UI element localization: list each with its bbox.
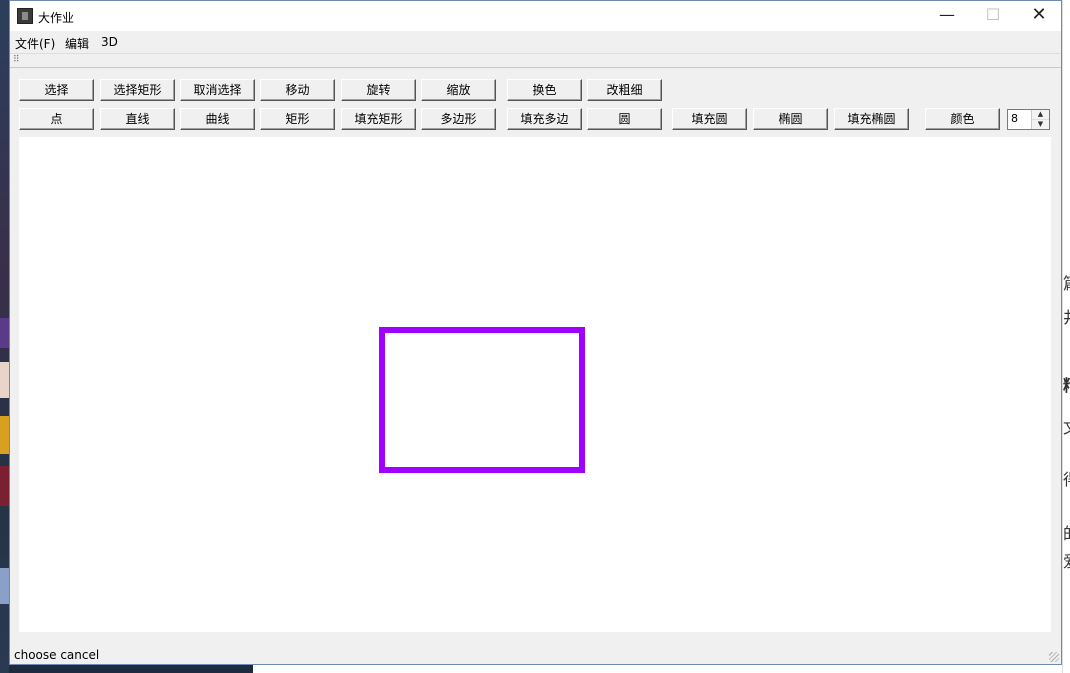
scale-button[interactable]: 缩放 [421, 79, 496, 101]
fill-rectangle-button[interactable]: 填充矩形 [341, 108, 416, 130]
thickness-spinbox[interactable]: 8 ▲ ▼ [1007, 109, 1050, 130]
status-text: choose cancel [14, 648, 100, 662]
curve-button[interactable]: 曲线 [180, 108, 255, 130]
app-window: 大作业 — ☐ ✕ 文件(F) 编辑 3D ⠿ 选择 选择矩形 取消选择 移动 … [9, 0, 1062, 665]
select-button[interactable]: 选择 [19, 79, 94, 101]
menu-3d[interactable]: 3D [101, 35, 118, 49]
polygon-button[interactable]: 多边形 [421, 108, 496, 130]
select-rect-button[interactable]: 选择矩形 [100, 79, 175, 101]
fill-polygon-button[interactable]: 填充多边 [507, 108, 582, 130]
window-title: 大作业 [38, 11, 75, 25]
point-button[interactable]: 点 [19, 108, 94, 130]
cancel-select-button[interactable]: 取消选择 [180, 79, 255, 101]
thickness-value[interactable]: 8 [1011, 112, 1018, 125]
drawing-canvas[interactable] [19, 137, 1051, 632]
status-bar: choose cancel [10, 645, 1061, 664]
close-icon[interactable]: ✕ [1016, 1, 1062, 31]
line-button[interactable]: 直线 [100, 108, 175, 130]
move-button[interactable]: 移动 [260, 79, 335, 101]
background-taskbar-strip [9, 664, 1062, 673]
background-window-right: 篇 井 精 文 得 的 爱 [1062, 0, 1070, 673]
drawn-rectangle[interactable] [379, 327, 585, 473]
circle-button[interactable]: 圆 [587, 108, 662, 130]
toolbar-grip-row: ⠿ [10, 54, 1061, 68]
toolbar-grip-icon[interactable]: ⠿ [13, 55, 20, 65]
ellipse-button[interactable]: 椭圆 [753, 108, 828, 130]
rotate-button[interactable]: 旋转 [341, 79, 416, 101]
minimize-icon[interactable]: — [924, 1, 970, 31]
resize-grip-icon[interactable] [1049, 652, 1059, 662]
spin-arrows: ▲ ▼ [1031, 110, 1049, 129]
change-thickness-button[interactable]: 改粗细 [587, 79, 662, 101]
title-bar[interactable]: 大作业 — ☐ ✕ [10, 1, 1061, 31]
spin-up-icon[interactable]: ▲ [1032, 110, 1049, 120]
fill-ellipse-button[interactable]: 填充椭圆 [834, 108, 909, 130]
menu-edit[interactable]: 编辑 [65, 35, 89, 52]
menu-file[interactable]: 文件(F) [15, 35, 55, 52]
rectangle-button[interactable]: 矩形 [260, 108, 335, 130]
fill-circle-button[interactable]: 填充圆 [672, 108, 747, 130]
app-icon [17, 8, 33, 24]
spin-down-icon[interactable]: ▼ [1032, 120, 1049, 129]
change-color-button[interactable]: 换色 [507, 79, 582, 101]
desktop-background-left [0, 0, 9, 673]
maximize-icon[interactable]: ☐ [970, 1, 1016, 31]
menu-bar: 文件(F) 编辑 3D [10, 31, 1061, 54]
color-button[interactable]: 颜色 [925, 108, 1000, 130]
